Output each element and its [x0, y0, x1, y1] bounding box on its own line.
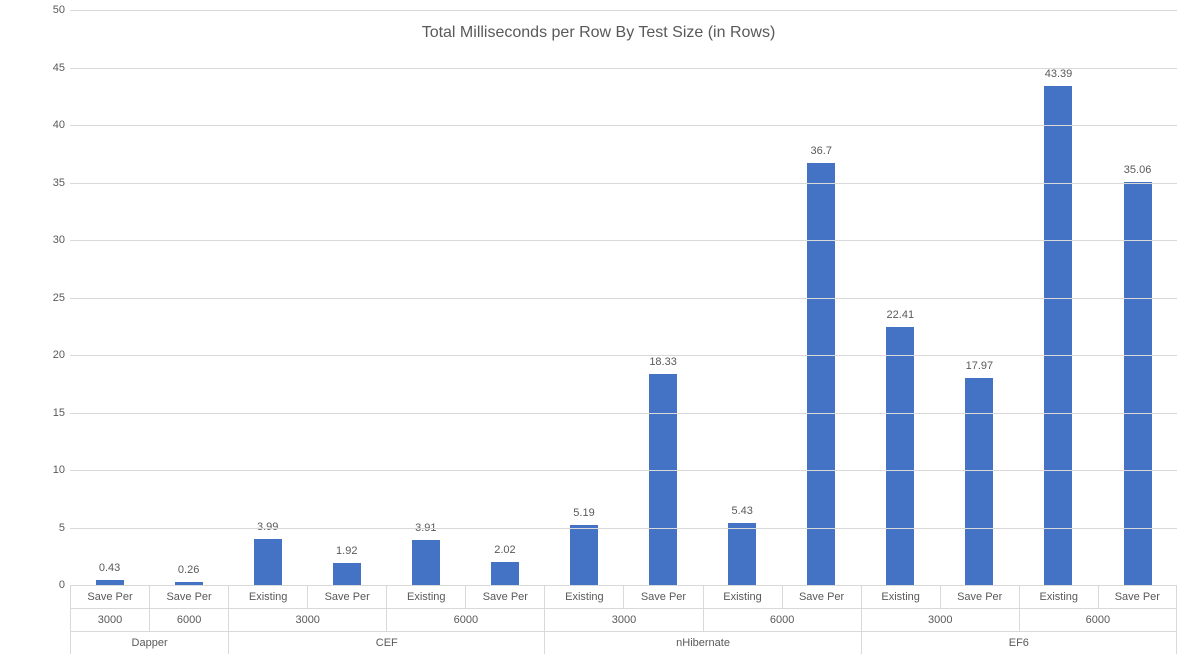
x-level1-cell: Save Per — [1098, 586, 1177, 608]
x-level2-cell: 6000 — [149, 609, 228, 631]
x-level1-cell: Save Per — [307, 586, 386, 608]
x-level2-cell: 3000 — [861, 609, 1019, 631]
x-level1: Save PerSave PerExistingSave PerExisting… — [70, 585, 1177, 608]
bar: 43.39 — [1044, 86, 1072, 585]
x-level1-cell: Save Per — [149, 586, 228, 608]
bar-value-label: 0.26 — [178, 564, 199, 576]
bar: 17.97 — [965, 378, 993, 585]
bar: 35.06 — [1124, 182, 1152, 585]
x-level2-cell: 6000 — [1019, 609, 1177, 631]
y-tick-label: 50 — [35, 4, 65, 16]
bar: 1.92 — [333, 563, 361, 585]
x-level1-cell: Existing — [861, 586, 940, 608]
bar-value-label: 2.02 — [494, 544, 515, 556]
x-level2-cell: 3000 — [228, 609, 386, 631]
gridline — [70, 240, 1177, 241]
bar-value-label: 5.43 — [731, 505, 752, 517]
x-level2-cell: 3000 — [544, 609, 702, 631]
bar-value-label: 43.39 — [1045, 68, 1073, 80]
x-level1-cell: Save Per — [782, 586, 861, 608]
gridline — [70, 10, 1177, 11]
x-level2-cell: 6000 — [386, 609, 544, 631]
x-level1-cell: Save Per — [623, 586, 702, 608]
bar-value-label: 22.41 — [887, 309, 915, 321]
x-level3: DapperCEFnHibernateEF6 — [70, 631, 1177, 654]
y-tick-label: 30 — [35, 234, 65, 246]
bar: 2.02 — [491, 562, 519, 585]
bar: 22.41 — [886, 327, 914, 585]
y-tick-label: 10 — [35, 464, 65, 476]
x-level2-cell: 6000 — [703, 609, 861, 631]
x-level1-cell: Save Per — [465, 586, 544, 608]
x-level1-cell: Save Per — [940, 586, 1019, 608]
bar-value-label: 36.7 — [811, 145, 832, 157]
y-tick-label: 35 — [35, 177, 65, 189]
y-tick-label: 40 — [35, 119, 65, 131]
y-tick-label: 5 — [35, 522, 65, 534]
chart-container: Total Milliseconds per Row By Test Size … — [0, 0, 1197, 665]
gridline — [70, 413, 1177, 414]
x-level3-cell: CEF — [228, 632, 544, 654]
y-tick-label: 15 — [35, 407, 65, 419]
gridline — [70, 298, 1177, 299]
bar-value-label: 18.33 — [649, 356, 677, 368]
bar-value-label: 35.06 — [1124, 164, 1152, 176]
bar: 5.43 — [728, 523, 756, 585]
y-tick-label: 25 — [35, 292, 65, 304]
y-tick-label: 20 — [35, 349, 65, 361]
bar: 3.99 — [254, 539, 282, 585]
bar-value-label: 0.43 — [99, 562, 120, 574]
plot-area: 0.43 0.26 3.99 1.92 3.91 2.02 5.19 18.33 5.43 36.… — [70, 10, 1177, 585]
x-level1-cell: Existing — [386, 586, 465, 608]
x-level1-cell: Save Per — [70, 586, 149, 608]
bar-value-label: 5.19 — [573, 507, 594, 519]
x-level3-cell: EF6 — [861, 632, 1177, 654]
bar: 36.7 — [807, 163, 835, 585]
x-level3-cell: nHibernate — [544, 632, 860, 654]
gridline — [70, 183, 1177, 184]
bar: 5.19 — [570, 525, 598, 585]
bar: 3.91 — [412, 540, 440, 585]
x-level1-cell: Existing — [703, 586, 782, 608]
gridline — [70, 125, 1177, 126]
x-level1-cell: Existing — [1019, 586, 1098, 608]
x-level2-cell: 3000 — [70, 609, 149, 631]
bar-value-label: 1.92 — [336, 545, 357, 557]
x-axis: Save PerSave PerExistingSave PerExisting… — [70, 585, 1177, 665]
gridline — [70, 355, 1177, 356]
gridline — [70, 528, 1177, 529]
x-level1-cell: Existing — [228, 586, 307, 608]
gridline — [70, 470, 1177, 471]
y-tick-label: 45 — [35, 62, 65, 74]
x-level3-cell: Dapper — [70, 632, 228, 654]
x-level2: 30006000300060003000600030006000 — [70, 608, 1177, 631]
bar: 18.33 — [649, 374, 677, 585]
y-tick-label: 0 — [35, 579, 65, 591]
gridline — [70, 68, 1177, 69]
x-level1-cell: Existing — [544, 586, 623, 608]
bar-value-label: 17.97 — [966, 360, 994, 372]
